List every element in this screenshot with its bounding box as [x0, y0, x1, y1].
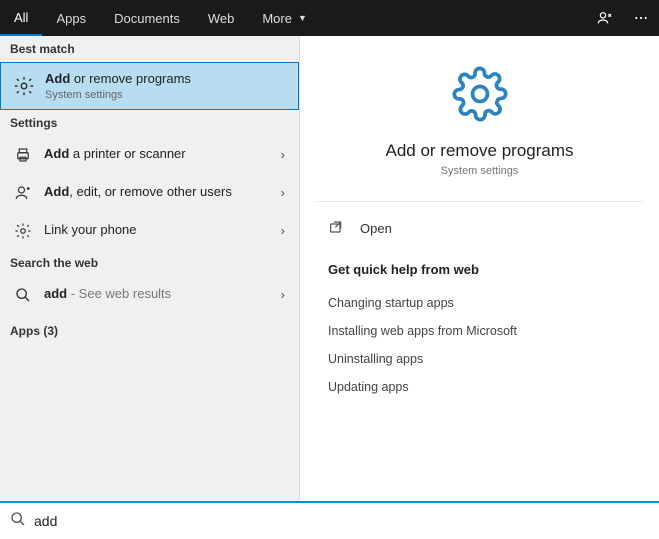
result-title-rest: - See web results [67, 286, 171, 301]
chevron-right-icon: › [275, 185, 291, 200]
search-input[interactable] [34, 513, 649, 529]
result-best-match[interactable]: Add or remove programs System settings [0, 62, 299, 110]
result-title-bold: Add [44, 184, 69, 199]
result-text: Add a printer or scanner [44, 146, 275, 163]
more-options-icon[interactable] [623, 0, 659, 36]
chevron-right-icon: › [275, 287, 291, 302]
preview-title: Add or remove programs [336, 141, 623, 161]
section-search-web: Search the web [0, 250, 299, 276]
help-link[interactable]: Changing startup apps [328, 289, 631, 317]
action-open[interactable]: Open [300, 208, 659, 248]
section-apps[interactable]: Apps (3) [0, 314, 299, 344]
result-web-search[interactable]: add - See web results › [0, 276, 299, 314]
main-content: Best match Add or remove programs System… [0, 36, 659, 501]
result-text: Link your phone [44, 222, 275, 239]
tab-apps[interactable]: Apps [42, 0, 100, 36]
tab-label: Web [208, 11, 235, 26]
help-link[interactable]: Updating apps [328, 373, 631, 401]
result-title-bold: Add [44, 146, 69, 161]
printer-icon [12, 144, 34, 166]
result-add-printer[interactable]: Add a printer or scanner › [0, 136, 299, 174]
help-link-text: Changing startup apps [328, 296, 454, 310]
result-text: Add or remove programs System settings [45, 71, 290, 101]
preview-header: Add or remove programs System settings [316, 46, 643, 202]
tab-all[interactable]: All [0, 0, 42, 36]
result-title-rest: a printer or scanner [69, 146, 185, 161]
action-label: Open [360, 221, 392, 236]
help-link[interactable]: Uninstalling apps [328, 345, 631, 373]
tab-documents[interactable]: Documents [100, 0, 194, 36]
feedback-icon[interactable] [587, 0, 623, 36]
result-title-bold: Add [45, 71, 70, 86]
header-actions [587, 0, 659, 36]
help-link[interactable]: Installing web apps from Microsoft [328, 317, 631, 345]
result-title-bold: add [44, 286, 67, 301]
search-icon [10, 511, 26, 532]
result-add-users[interactable]: Add, edit, or remove other users › [0, 174, 299, 212]
chevron-right-icon: › [275, 147, 291, 162]
tab-label: Apps [56, 11, 86, 26]
result-text: add - See web results [44, 286, 275, 303]
help-title: Get quick help from web [328, 262, 631, 277]
help-section: Get quick help from web Changing startup… [300, 248, 659, 401]
gear-icon [13, 75, 35, 97]
help-link-text: Updating apps [328, 380, 409, 394]
tab-label: Documents [114, 11, 180, 26]
preview-subtitle: System settings [336, 165, 623, 177]
gear-icon [336, 66, 623, 127]
tab-more[interactable]: More ▼ [248, 0, 321, 36]
search-icon [12, 284, 34, 306]
chevron-down-icon: ▼ [298, 13, 307, 23]
result-title-rest: Link your phone [44, 222, 137, 237]
search-header: All Apps Documents Web More ▼ [0, 0, 659, 36]
tab-label: All [14, 10, 28, 25]
tab-label: More [262, 11, 292, 26]
results-panel: Best match Add or remove programs System… [0, 36, 300, 501]
result-link-phone[interactable]: Link your phone › [0, 212, 299, 250]
section-settings: Settings [0, 110, 299, 136]
chevron-right-icon: › [275, 223, 291, 238]
help-link-text: Installing web apps from Microsoft [328, 324, 517, 338]
gear-icon [12, 220, 34, 242]
result-title-rest: or remove programs [70, 71, 191, 86]
result-title-rest: , edit, or remove other users [69, 184, 232, 199]
help-link-text: Uninstalling apps [328, 352, 423, 366]
tab-web[interactable]: Web [194, 0, 249, 36]
search-bar [0, 501, 659, 539]
result-text: Add, edit, or remove other users [44, 184, 275, 201]
preview-panel: Add or remove programs System settings O… [300, 36, 659, 501]
open-icon [328, 220, 352, 236]
section-best-match: Best match [0, 36, 299, 62]
person-icon [12, 182, 34, 204]
result-subtitle: System settings [45, 89, 290, 101]
